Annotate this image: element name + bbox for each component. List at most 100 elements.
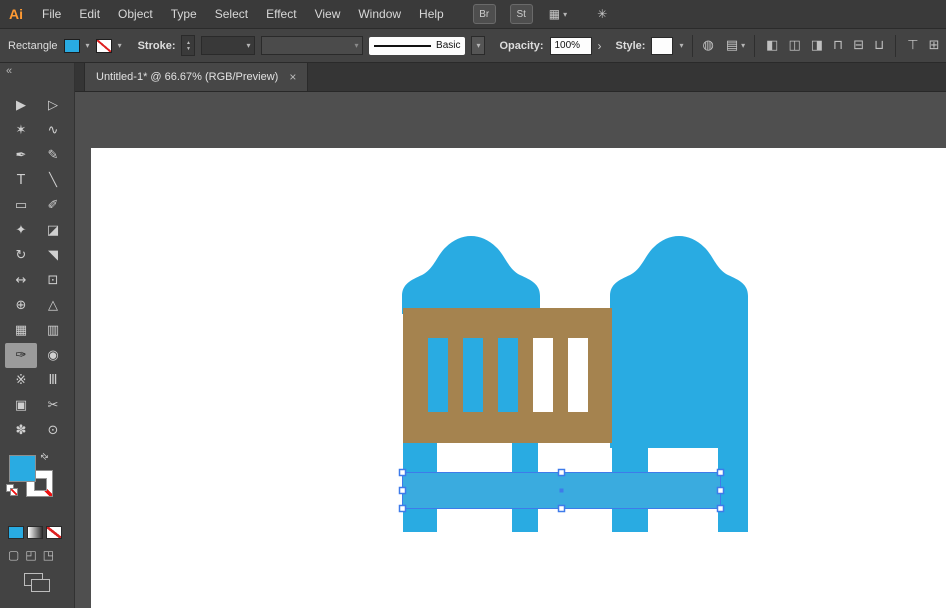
free-transform-tool[interactable]: ⊡	[37, 268, 69, 293]
crib-slat[interactable]	[498, 338, 518, 412]
selection-handle[interactable]	[716, 468, 725, 477]
slice-tool[interactable]: ✂	[37, 393, 69, 418]
swap-fill-stroke-icon[interactable]: ⇄	[38, 451, 50, 463]
magic-wand-tool[interactable]: ✶	[5, 118, 37, 143]
menu-select[interactable]: Select	[206, 7, 257, 21]
stroke-caret-icon[interactable]: ▾	[118, 41, 122, 50]
zoom-tool[interactable]: ⊙	[37, 418, 69, 443]
selection-handle[interactable]	[557, 468, 566, 477]
selection-handle[interactable]	[398, 468, 407, 477]
draw-behind-icon[interactable]: ◰	[25, 548, 36, 562]
stroke-style-dropdown-button[interactable]: ▾	[471, 36, 486, 55]
opacity-menu-arrow-icon[interactable]: ›	[598, 39, 602, 53]
align-left-icon[interactable]: ◧	[766, 38, 778, 53]
document-tab[interactable]: Untitled-1* @ 66.67% (RGB/Preview) ×	[84, 63, 309, 91]
direct-selection-tool[interactable]: ▷	[37, 93, 69, 118]
scale-tool[interactable]: ◥	[37, 243, 69, 268]
right-headboard-shape[interactable]	[610, 236, 748, 318]
collapse-panel-icon[interactable]: «	[6, 65, 12, 77]
hand-tool[interactable]: ✽	[5, 418, 37, 443]
perspective-grid-tool[interactable]: △	[37, 293, 69, 318]
color-button[interactable]	[8, 526, 24, 539]
brush-definition-dropdown[interactable]: ▾	[261, 36, 364, 55]
document-setup-group[interactable]: ▤ ▾	[726, 38, 745, 53]
menu-view[interactable]: View	[306, 7, 350, 21]
draw-normal-icon[interactable]: ▢	[8, 548, 19, 562]
left-headboard-shape[interactable]	[402, 236, 540, 314]
menu-file[interactable]: File	[33, 7, 70, 21]
tool-grid: ▶ ▷ ✶ ∿ ✒ ✎ T ╲ ▭ ✐ ✦ ◪ ↻ ◥ ↔ ⊡ ⊕ △ ▦ ▥ …	[5, 93, 69, 443]
fill-indicator[interactable]	[9, 455, 36, 482]
align-center-icon[interactable]: ◫	[788, 38, 800, 53]
artboard[interactable]	[91, 148, 946, 608]
menu-window[interactable]: Window	[349, 7, 410, 21]
lasso-tool[interactable]: ∿	[37, 118, 69, 143]
stepper-down-icon[interactable]: ▼	[186, 46, 191, 52]
menu-edit[interactable]: Edit	[70, 7, 109, 21]
gradient-tool[interactable]: ▥	[37, 318, 69, 343]
drawing-mode-buttons: ▢ ◰ ◳	[8, 548, 54, 562]
line-segment-tool[interactable]: ╲	[37, 168, 69, 193]
stroke-weight-stepper[interactable]: ▲ ▼	[181, 35, 196, 56]
artboard-tool[interactable]: ▣	[5, 393, 37, 418]
align-top-icon[interactable]: ⊓	[833, 38, 843, 53]
eraser-tool[interactable]: ◪	[37, 218, 69, 243]
pen-tool[interactable]: ✒	[5, 143, 37, 168]
recolor-artwork-icon[interactable]: ◍	[702, 38, 713, 53]
menu-effect[interactable]: Effect	[257, 7, 305, 21]
selection-center-point	[559, 488, 564, 493]
crib-slot-empty	[568, 338, 588, 412]
style-dropdown[interactable]	[651, 36, 674, 55]
curvature-tool[interactable]: ✎	[37, 143, 69, 168]
selection-handle[interactable]	[398, 504, 407, 513]
shaper-tool[interactable]: ✦	[5, 218, 37, 243]
close-icon[interactable]: ×	[289, 70, 296, 84]
rectangle-tool[interactable]: ▭	[5, 193, 37, 218]
menu-object[interactable]: Object	[109, 7, 162, 21]
paintbrush-tool[interactable]: ✐	[37, 193, 69, 218]
selection-handle[interactable]	[398, 486, 407, 495]
fill-caret-icon[interactable]: ▾	[86, 41, 90, 50]
draw-inside-icon[interactable]: ◳	[43, 548, 54, 562]
opacity-field[interactable]: 100%	[549, 36, 592, 55]
shape-builder-tool[interactable]: ⊕	[5, 293, 37, 318]
style-caret-icon[interactable]: ▾	[679, 41, 683, 50]
stock-button[interactable]: St	[509, 4, 533, 24]
align-right-icon[interactable]: ◨	[811, 38, 823, 53]
stroke-style-preview[interactable]: Basic	[369, 36, 466, 55]
align-bottom-icon[interactable]: ⊔	[874, 38, 884, 53]
right-headboard-body[interactable]	[610, 306, 748, 448]
divider	[754, 34, 756, 57]
bridge-button[interactable]: Br	[472, 4, 496, 24]
mesh-tool[interactable]: ▦	[5, 318, 37, 343]
selection-handle[interactable]	[716, 504, 725, 513]
none-button[interactable]	[46, 526, 62, 539]
symbol-sprayer-tool[interactable]: ※	[5, 368, 37, 393]
arrange-icon[interactable]: ⊞	[929, 38, 940, 53]
fill-color-swatch[interactable]	[63, 38, 80, 53]
touch-workspace-icon[interactable]: ✳	[597, 7, 607, 21]
column-graph-tool[interactable]: Ⅲ	[37, 368, 69, 393]
canvas-pasteboard[interactable]	[75, 92, 946, 608]
selection-handle[interactable]	[557, 504, 566, 513]
blend-tool[interactable]: ◉	[37, 343, 69, 368]
type-tool[interactable]: T	[5, 168, 37, 193]
crib-slat[interactable]	[463, 338, 483, 412]
gradient-button[interactable]	[27, 526, 43, 539]
eyedropper-tool[interactable]: ✑	[5, 343, 37, 368]
rotate-tool[interactable]: ↻	[5, 243, 37, 268]
workspace-switcher[interactable]: ▦ ▾	[549, 7, 567, 21]
default-fill-stroke-icon[interactable]	[6, 484, 18, 496]
stroke-weight-dropdown[interactable]: ▾	[201, 36, 256, 55]
menu-type[interactable]: Type	[162, 7, 206, 21]
stroke-color-swatch[interactable]	[95, 38, 112, 53]
crib-slat[interactable]	[428, 338, 448, 412]
align-middle-icon[interactable]: ⊟	[853, 38, 864, 53]
selection-tool[interactable]: ▶	[5, 93, 37, 118]
transform-icon[interactable]: ⊤	[907, 38, 918, 53]
screen-mode-button[interactable]	[24, 573, 52, 593]
selection-handle[interactable]	[716, 486, 725, 495]
chevron-down-icon: ▾	[246, 41, 251, 50]
menu-help[interactable]: Help	[410, 7, 453, 21]
width-tool[interactable]: ↔	[5, 268, 37, 293]
